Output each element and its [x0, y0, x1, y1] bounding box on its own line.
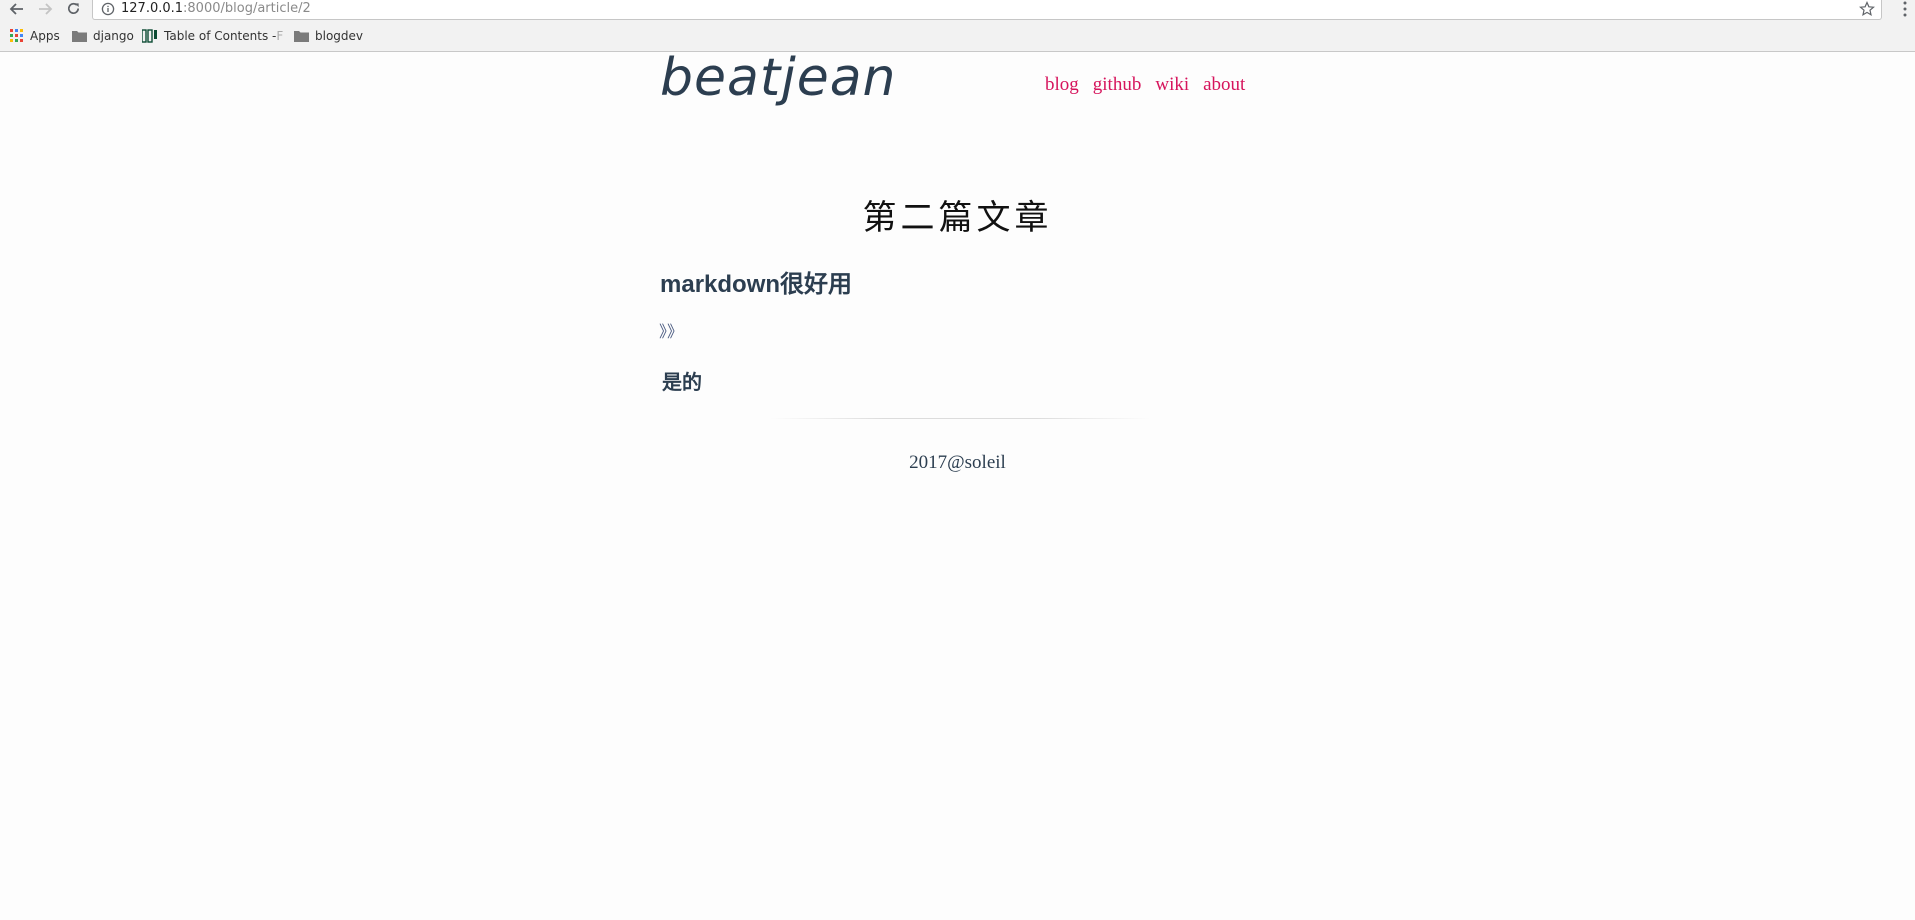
- nav-link-github[interactable]: github: [1093, 74, 1142, 96]
- bookmark-label: blogdev: [315, 29, 364, 43]
- article-title: 第二篇文章: [862, 198, 1053, 238]
- url-path: :8000/blog/article/2: [183, 1, 311, 16]
- more-menu-icon[interactable]: [1898, 0, 1912, 18]
- browser-chrome: 127.0.0.1:8000/blog/article/2 Apps djang…: [0, 0, 1915, 52]
- reload-button[interactable]: [62, 0, 84, 17]
- site-title[interactable]: beatjean: [660, 48, 897, 108]
- django-docs-icon: [142, 29, 157, 43]
- back-arrow-icon: [9, 2, 23, 15]
- bookmark-label: Table of Contents -: [164, 29, 277, 43]
- bookmark-table-of-contents[interactable]: Table of Contents - F: [142, 24, 283, 48]
- url-text[interactable]: 127.0.0.1:8000/blog/article/2: [121, 0, 311, 18]
- forward-arrow-icon: [39, 2, 53, 15]
- article-subheading: 是的: [662, 370, 702, 394]
- info-icon[interactable]: [101, 2, 115, 16]
- bookmarks-bar: Apps django Table of Contents - F blogde…: [0, 24, 1915, 48]
- bookmark-blogdev[interactable]: blogdev: [294, 24, 363, 48]
- footer-text: 2017@soleil: [909, 452, 1006, 473]
- bookmark-label: Apps: [30, 29, 60, 43]
- article-blockquote: 》》: [659, 322, 684, 341]
- folder-icon: [72, 31, 87, 42]
- site-nav: blog github wiki about: [1045, 74, 1245, 96]
- url-host: 127.0.0.1: [121, 1, 184, 16]
- nav-link-blog[interactable]: blog: [1045, 74, 1079, 96]
- bookmark-django[interactable]: django: [72, 24, 134, 48]
- article-heading: markdown很好用: [660, 271, 853, 298]
- folder-icon: [294, 31, 309, 42]
- bookmark-label-fade: F: [276, 29, 284, 43]
- bookmark-apps[interactable]: Apps: [10, 24, 60, 48]
- footer-divider: [770, 418, 1150, 419]
- forward-button[interactable]: [34, 0, 56, 17]
- nav-link-wiki[interactable]: wiki: [1155, 74, 1189, 96]
- bookmark-star-icon[interactable]: [1859, 1, 1875, 17]
- address-bar[interactable]: 127.0.0.1:8000/blog/article/2: [92, 0, 1882, 20]
- bookmark-label: django: [93, 29, 134, 43]
- page-content: beatjean blog github wiki about 第二篇文章 ma…: [0, 48, 1915, 920]
- back-button[interactable]: [6, 0, 28, 17]
- nav-link-about[interactable]: about: [1203, 74, 1245, 96]
- apps-grid-icon: [10, 29, 23, 42]
- reload-icon: [67, 2, 79, 14]
